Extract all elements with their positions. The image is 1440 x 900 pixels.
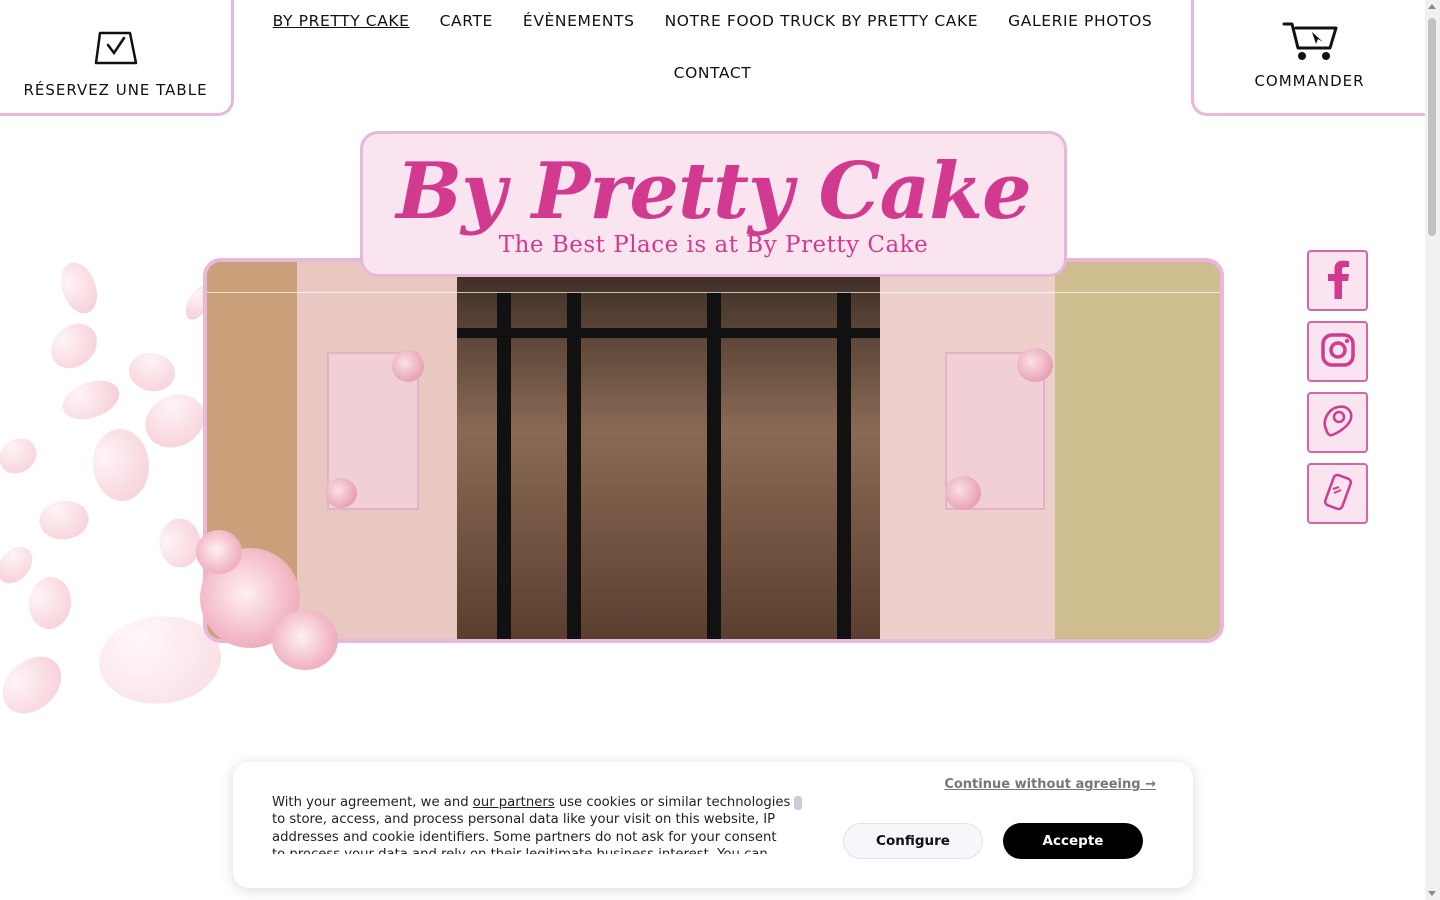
scroll-thumb[interactable] bbox=[1428, 18, 1436, 236]
decorative-petal bbox=[0, 540, 38, 590]
partners-link[interactable]: our partners bbox=[473, 795, 555, 810]
nav-item-notre-food-truck-by-pretty-cake[interactable]: NOTRE FOOD TRUCK BY PRETTY CAKE bbox=[665, 10, 979, 32]
reserve-table-button[interactable]: RÉSERVEZ UNE TABLE bbox=[0, 0, 234, 116]
nav-item-galerie-photos[interactable]: GALERIE PHOTOS bbox=[1008, 10, 1152, 32]
storefront-photo bbox=[203, 258, 1224, 643]
decorative-petal bbox=[137, 382, 213, 460]
logo-subtitle: The Best Place is at By Pretty Cake bbox=[498, 232, 929, 258]
nav-item-contact[interactable]: CONTACT bbox=[674, 62, 752, 84]
phone-button[interactable] bbox=[1307, 463, 1368, 524]
order-label: COMMANDER bbox=[1254, 71, 1365, 90]
decorative-petal bbox=[0, 435, 39, 477]
nav-item-carte[interactable]: CARTE bbox=[440, 10, 493, 32]
cookie-banner: With your agreement, we and our partners… bbox=[233, 762, 1193, 888]
decorative-petal bbox=[20, 571, 80, 635]
decorative-petal bbox=[35, 494, 93, 546]
instagram-button[interactable] bbox=[1307, 321, 1368, 382]
phone-icon bbox=[1319, 473, 1357, 515]
scroll-up-arrow[interactable] bbox=[1428, 4, 1436, 9]
decorative-petal bbox=[122, 342, 182, 402]
decorative-rose bbox=[196, 530, 242, 574]
photo-door bbox=[457, 262, 897, 639]
map-button[interactable] bbox=[1307, 392, 1368, 453]
decorative-petal bbox=[59, 377, 123, 423]
accept-button[interactable]: Accepte bbox=[1003, 823, 1143, 859]
order-button[interactable]: COMMANDER bbox=[1191, 0, 1425, 116]
reservation-checkbox-icon bbox=[94, 29, 138, 69]
instagram-icon bbox=[1320, 332, 1356, 372]
photo-wall-right bbox=[880, 262, 1220, 639]
nav-item-by-pretty-cake[interactable]: BY PRETTY CAKE bbox=[273, 10, 410, 32]
cookie-text-start: With your agreement, we and bbox=[272, 795, 473, 810]
cookie-text: With your agreement, we and our partners… bbox=[272, 794, 792, 854]
map-pin-icon bbox=[1320, 403, 1356, 443]
configure-button[interactable]: Configure bbox=[843, 823, 983, 859]
main-nav: BY PRETTY CAKE CARTE ÉVÈNEMENTS NOTRE FOOD … bbox=[260, 10, 1165, 84]
decorative-petal bbox=[51, 256, 107, 320]
cookie-text-scrollbar[interactable] bbox=[794, 796, 802, 810]
nav-item-évènements[interactable]: ÉVÈNEMENTS bbox=[523, 10, 635, 32]
decorative-petal bbox=[45, 319, 103, 373]
scroll-down-arrow[interactable] bbox=[1428, 891, 1436, 896]
facebook-button[interactable] bbox=[1307, 250, 1368, 311]
cart-icon bbox=[1282, 20, 1338, 66]
decorative-rose bbox=[272, 610, 338, 670]
decorative-petal bbox=[0, 648, 72, 722]
facebook-icon bbox=[1324, 259, 1352, 303]
reserve-table-label: RÉSERVEZ UNE TABLE bbox=[23, 80, 208, 99]
continue-without-agreeing-link[interactable]: Continue without agreeing → bbox=[944, 777, 1156, 792]
page-scrollbar[interactable] bbox=[1425, 0, 1440, 900]
logo-banner: By Pretty Cake The Best Place is at By P… bbox=[360, 131, 1067, 277]
